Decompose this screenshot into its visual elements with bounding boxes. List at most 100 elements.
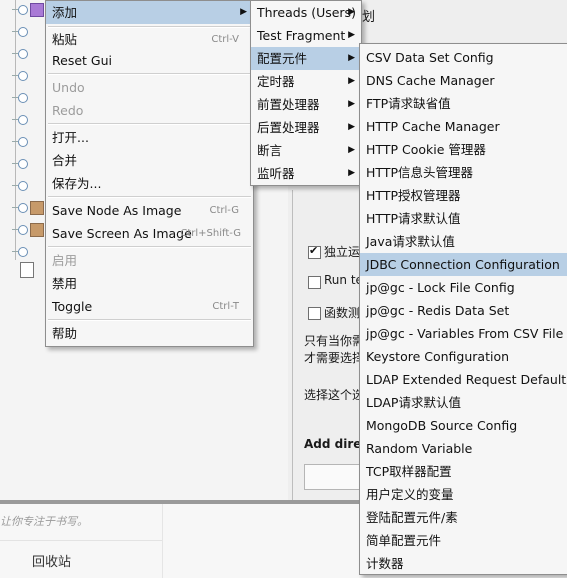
submenu-item-config-element[interactable]: 配置元件 ▶ (251, 47, 361, 70)
config-item-jdbc-connection[interactable]: JDBC Connection Configuration (360, 253, 567, 276)
menu-separator (48, 319, 251, 321)
config-item-label: Java请求默认值 (366, 234, 455, 249)
config-item-http-auth[interactable]: HTTP授权管理器 (360, 184, 567, 207)
paste-shortcut: Ctrl-V (211, 34, 239, 45)
functional-test-label: 函数测 (324, 306, 361, 320)
menu-item-open[interactable]: 打开... (46, 126, 253, 149)
config-item-http-cache[interactable]: HTTP Cache Manager (360, 115, 567, 138)
menu-item-help[interactable]: 帮助 (46, 322, 253, 345)
add-submenu: Threads (Users) ▶ Test Fragment ▶ 配置元件 ▶ 定时… (250, 0, 362, 186)
tree-node-handle[interactable] (18, 137, 28, 147)
config-item-user-defined-variables[interactable]: 用户定义的变量 (360, 483, 567, 506)
menu-item-save-screen-as-image[interactable]: Save Screen As Image Ctrl+Shift-G (46, 222, 253, 245)
submenu-item-label: Threads (Users) (257, 5, 356, 20)
menu-item-help-label: 帮助 (52, 326, 78, 341)
submenu-item-timer[interactable]: 定时器 ▶ (251, 70, 361, 93)
config-item-label: Random Variable (366, 441, 473, 456)
config-item-ldap-extended[interactable]: LDAP Extended Request Defaults (360, 368, 567, 391)
submenu-item-test-fragment[interactable]: Test Fragment ▶ (251, 24, 361, 47)
web-sidebar-border (162, 504, 163, 578)
tree-node-handle[interactable] (18, 247, 28, 257)
menu-item-reset-gui-label: Reset Gui (52, 53, 112, 68)
config-item-java-defaults[interactable]: Java请求默认值 (360, 230, 567, 253)
menu-item-undo: Undo (46, 76, 253, 99)
submenu-item-assertion[interactable]: 断言 ▶ (251, 139, 361, 162)
submenu-item-label: 定时器 (257, 74, 295, 89)
submenu-arrow-icon: ▶ (348, 7, 355, 17)
menu-item-paste[interactable]: 粘贴 Ctrl-V (46, 28, 253, 51)
tree-node-handle[interactable] (18, 27, 28, 37)
recycle-bin-link[interactable]: 回收站 (32, 551, 71, 570)
config-item-counter[interactable]: 计数器 (360, 552, 567, 575)
run-teardown-checkbox[interactable] (308, 276, 321, 289)
tree-node-handle[interactable] (18, 5, 28, 15)
submenu-item-pre-processor[interactable]: 前置处理器 ▶ (251, 93, 361, 116)
config-item-label: JDBC Connection Configuration (366, 257, 560, 272)
tree-node-handle[interactable] (18, 225, 28, 235)
menu-item-disable[interactable]: 禁用 (46, 272, 253, 295)
independent-threads-checkbox[interactable] (308, 244, 321, 259)
independent-threads-label: 独立运 (324, 245, 361, 259)
tree-node-handle[interactable] (18, 159, 28, 169)
tree-node-handle[interactable] (18, 203, 28, 213)
tree-node-handle[interactable] (18, 115, 28, 125)
config-item-tcp-sampler-config[interactable]: TCP取样器配置 (360, 460, 567, 483)
config-item-http-header[interactable]: HTTP信息头管理器 (360, 161, 567, 184)
tree-node-handle[interactable] (18, 93, 28, 103)
config-item-lock-file[interactable]: jp@gc - Lock File Config (360, 276, 567, 299)
config-item-label: 计数器 (366, 556, 404, 571)
menu-item-redo: Redo (46, 99, 253, 122)
submenu-item-label: Test Fragment (257, 28, 346, 43)
submenu-item-threads[interactable]: Threads (Users) ▶ (251, 1, 361, 24)
menu-item-add[interactable]: 添加 ▶ (46, 1, 253, 24)
test-plan-icon (30, 3, 44, 17)
menu-item-paste-label: 粘贴 (52, 32, 78, 47)
submenu-arrow-icon: ▶ (348, 76, 355, 86)
config-item-mongodb-source[interactable]: MongoDB Source Config (360, 414, 567, 437)
panel-divider (292, 190, 293, 500)
config-item-label: jp@gc - Variables From CSV File (366, 326, 564, 341)
menu-item-undo-label: Undo (52, 80, 85, 95)
config-item-http-defaults[interactable]: HTTP请求默认值 (360, 207, 567, 230)
tree-node-handle[interactable] (18, 71, 28, 81)
menu-item-save-as-label: 保存为... (52, 176, 102, 191)
classpath-list[interactable] (304, 464, 366, 490)
note-line-3: 选择这个选 (304, 388, 365, 402)
config-item-label: 登陆配置元件/素 (366, 510, 458, 525)
menu-item-reset-gui[interactable]: Reset Gui (46, 49, 253, 72)
tree-guide-line (15, 0, 16, 260)
config-item-redis-data-set[interactable]: jp@gc - Redis Data Set (360, 299, 567, 322)
submenu-item-label: 配置元件 (257, 51, 308, 66)
tree-node-handle[interactable] (18, 181, 28, 191)
submenu-arrow-icon: ▶ (348, 145, 355, 155)
menu-item-save-node-label: Save Node As Image (52, 203, 182, 218)
save-screen-shortcut: Ctrl+Shift-G (180, 228, 241, 239)
config-item-simple-config[interactable]: 简单配置元件 (360, 529, 567, 552)
config-item-label: LDAP Extended Request Defaults (366, 372, 567, 387)
menu-item-merge[interactable]: 合并 (46, 149, 253, 172)
menu-item-save-as[interactable]: 保存为... (46, 172, 253, 195)
config-item-label: 简单配置元件 (366, 533, 442, 548)
submenu-item-label: 前置处理器 (257, 97, 320, 112)
tree-node-handle[interactable] (18, 49, 28, 59)
submenu-item-post-processor[interactable]: 后置处理器 ▶ (251, 116, 361, 139)
name-field-fragment: 划 (362, 10, 376, 25)
config-item-login-config[interactable]: 登陆配置元件/素 (360, 506, 567, 529)
run-teardown-label: Run te (324, 273, 363, 287)
config-item-label: TCP取样器配置 (366, 464, 452, 479)
config-item-random-variable[interactable]: Random Variable (360, 437, 567, 460)
config-item-http-cookie[interactable]: HTTP Cookie 管理器 (360, 138, 567, 161)
config-item-dns-cache[interactable]: DNS Cache Manager (360, 69, 567, 92)
config-item-ldap-defaults[interactable]: LDAP请求默认值 (360, 391, 567, 414)
config-item-csv-data-set[interactable]: CSV Data Set Config (360, 46, 567, 69)
config-item-variables-from-csv[interactable]: jp@gc - Variables From CSV File (360, 322, 567, 345)
submenu-arrow-icon: ▶ (348, 168, 355, 178)
menu-item-toggle[interactable]: Toggle Ctrl-T (46, 295, 253, 318)
config-item-label: DNS Cache Manager (366, 73, 495, 88)
submenu-item-listener[interactable]: 监听器 ▶ (251, 162, 361, 185)
config-item-keystore[interactable]: Keystore Configuration (360, 345, 567, 368)
config-item-ftp-defaults[interactable]: FTP请求缺省值 (360, 92, 567, 115)
functional-test-checkbox[interactable] (308, 307, 321, 320)
menu-item-save-node-as-image[interactable]: Save Node As Image Ctrl-G (46, 199, 253, 222)
save-node-shortcut: Ctrl-G (209, 205, 239, 216)
